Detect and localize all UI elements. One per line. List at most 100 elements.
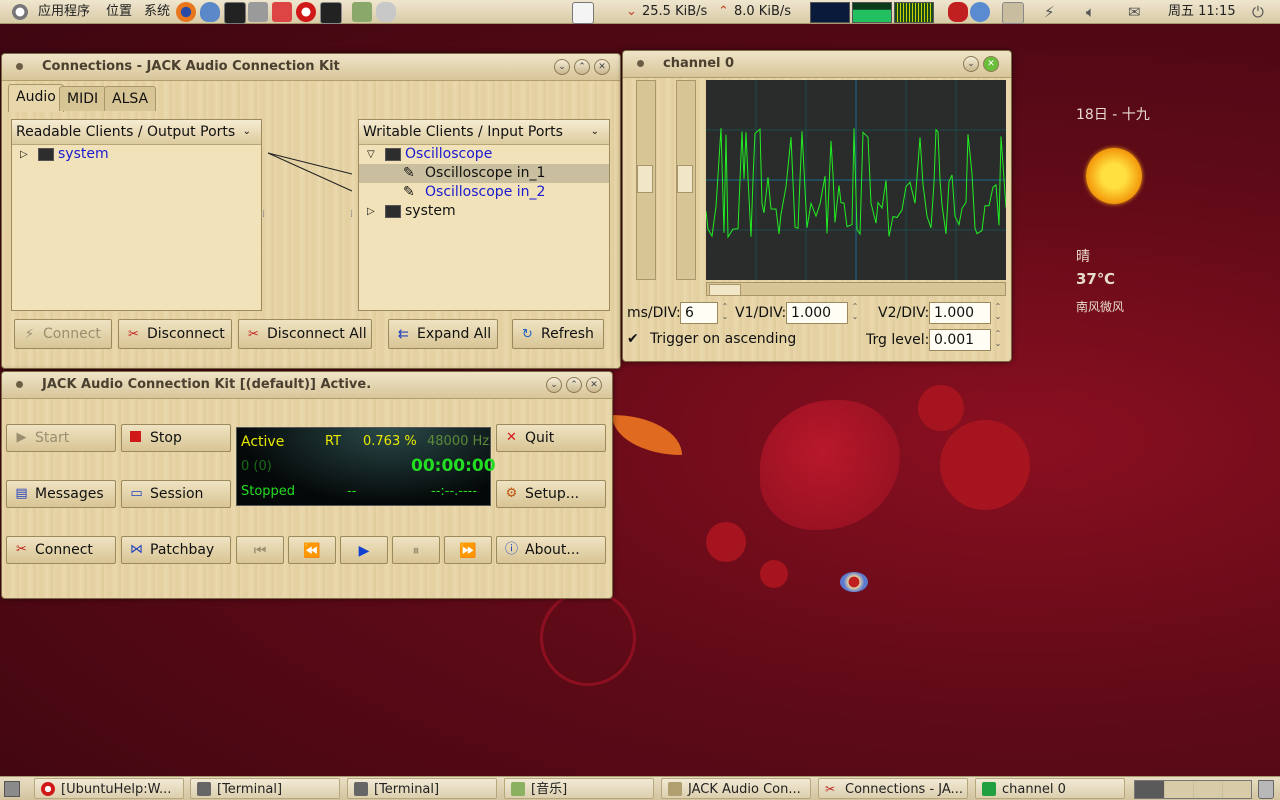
maximize-icon[interactable]: ⌃: [574, 59, 590, 75]
task-item[interactable]: ✂ Connections - JA...: [818, 778, 968, 799]
expand-arrow-icon[interactable]: ▷: [20, 145, 28, 164]
collapse-arrow-icon[interactable]: ▽: [367, 145, 375, 164]
minimize-icon[interactable]: ⌄: [546, 377, 562, 393]
refresh-button[interactable]: ↻ Refresh: [512, 319, 604, 349]
system-monitor-icon[interactable]: [224, 2, 246, 24]
tree-item-port-in2[interactable]: ✎ Oscilloscope in_2: [359, 183, 609, 202]
splitter-handle-icon: ⁞: [262, 209, 265, 220]
memory-graph[interactable]: [852, 2, 892, 23]
time-scrollbar-handle[interactable]: [709, 284, 741, 296]
show-desktop-icon[interactable]: [4, 781, 20, 797]
trigger-checkbox[interactable]: ✔: [627, 331, 643, 347]
connect-button[interactable]: ⚡ Connect: [14, 319, 112, 349]
trg-level-spinner-icon[interactable]: ⌃ ⌄: [992, 329, 1004, 351]
v1-slider[interactable]: [636, 80, 656, 280]
close-icon[interactable]: ✕: [594, 59, 610, 75]
transport-play-button[interactable]: ▶: [340, 536, 388, 564]
close-icon[interactable]: ✕: [983, 56, 999, 72]
qq-icon[interactable]: [970, 2, 990, 22]
patchbay-button[interactable]: ⋈ Patchbay: [121, 536, 231, 564]
trash-icon[interactable]: [1258, 780, 1274, 799]
task-item[interactable]: [UbuntuHelp:W...: [34, 778, 184, 799]
tree-item-system-input[interactable]: ▷ system: [359, 202, 609, 221]
quit-button[interactable]: ✕ Quit: [496, 424, 606, 452]
update-download-icon[interactable]: [572, 2, 594, 24]
time-scrollbar[interactable]: [706, 282, 1006, 296]
crossover-icon[interactable]: [272, 2, 292, 22]
screenshot-icon[interactable]: [352, 2, 372, 22]
ms-div-spinner-icon[interactable]: ⌃ ⌄: [719, 302, 731, 324]
network-tool-icon[interactable]: [248, 2, 268, 22]
disconnect-all-button[interactable]: ✂ Disconnect All: [238, 319, 372, 349]
rewind-start-button[interactable]: ⏮: [236, 536, 284, 564]
v2-slider-handle[interactable]: [677, 165, 693, 193]
v1-slider-handle[interactable]: [637, 165, 653, 193]
window-menu-icon[interactable]: [16, 63, 23, 70]
tree-item-port-in1[interactable]: ✎ Oscilloscope in_1: [359, 164, 609, 183]
tab-audio[interactable]: Audio: [8, 84, 64, 112]
pidgin-icon[interactable]: [948, 2, 968, 22]
cpu-graph[interactable]: [810, 2, 850, 23]
forward-button[interactable]: ⏩: [444, 536, 492, 564]
minimize-icon[interactable]: ⌄: [554, 59, 570, 75]
disconnect-button[interactable]: ✂ Disconnect: [118, 319, 232, 349]
network-icon[interactable]: ⚡: [1044, 0, 1055, 24]
tree-item-system-output[interactable]: ▷ system: [12, 145, 261, 164]
terminal-icon[interactable]: [320, 2, 342, 24]
tree-item-label: Oscilloscope: [405, 146, 493, 162]
v1-div-spinner-icon[interactable]: ⌃ ⌄: [849, 302, 861, 324]
opera-icon[interactable]: [296, 2, 316, 22]
expand-all-button[interactable]: ⇇ Expand All: [388, 319, 498, 349]
close-icon[interactable]: ✕: [586, 377, 602, 393]
ubuntu-logo-icon[interactable]: [10, 2, 30, 22]
weather-cloud-icon[interactable]: [376, 2, 396, 22]
task-item[interactable]: [Terminal]: [190, 778, 340, 799]
bluetooth-icon[interactable]: [200, 2, 220, 22]
v1-div-input[interactable]: 1.000: [786, 302, 848, 324]
mail-icon[interactable]: ✉︎: [1128, 0, 1141, 24]
trg-level-input[interactable]: 0.001: [929, 329, 991, 351]
ms-div-input[interactable]: 6: [680, 302, 718, 324]
power-icon[interactable]: ⏻: [1252, 0, 1264, 24]
rewind-button[interactable]: ⏪: [288, 536, 336, 564]
v2-slider[interactable]: [676, 80, 696, 280]
window-menu-icon[interactable]: [637, 60, 644, 67]
v2-div-input[interactable]: 1.000: [929, 302, 991, 324]
menu-system[interactable]: 系统: [144, 0, 170, 24]
messages-button[interactable]: ▤ Messages: [6, 480, 116, 508]
about-button[interactable]: ⓘ About...: [496, 536, 606, 564]
jack-connect-button[interactable]: ✂ Connect: [6, 536, 116, 564]
task-item[interactable]: channel 0: [975, 778, 1125, 799]
clock[interactable]: 周五 11:15: [1168, 0, 1236, 24]
pause-button[interactable]: ⏸: [392, 536, 440, 564]
workspace-switcher[interactable]: [1134, 780, 1252, 799]
task-item[interactable]: [音乐]: [504, 778, 654, 799]
volume-icon[interactable]: 🔈︎: [1086, 0, 1095, 24]
stop-button[interactable]: Stop: [121, 424, 231, 452]
tab-alsa[interactable]: ALSA: [104, 86, 157, 111]
quit-button-label: Quit: [525, 430, 555, 446]
connections-titlebar[interactable]: Connections - JACK Audio Connection Kit …: [2, 54, 620, 81]
maximize-icon[interactable]: ⌃: [566, 377, 582, 393]
start-button[interactable]: ▶ Start: [6, 424, 116, 452]
network-graph[interactable]: [894, 2, 934, 23]
jack-titlebar[interactable]: JACK Audio Connection Kit [(default)] Ac…: [2, 372, 612, 399]
v2-div-spinner-icon[interactable]: ⌃ ⌄: [992, 302, 1004, 324]
channel-titlebar[interactable]: channel 0 ⌄ ✕: [623, 51, 1011, 78]
minimize-icon[interactable]: ⌄: [963, 56, 979, 72]
setup-button[interactable]: ⚙ Setup...: [496, 480, 606, 508]
tree-item-oscilloscope[interactable]: ▽ Oscilloscope: [359, 145, 609, 164]
input-ports-header[interactable]: Writable Clients / Input Ports ⌄: [359, 120, 609, 145]
output-ports-header[interactable]: Readable Clients / Output Ports ⌄: [12, 120, 261, 145]
task-item[interactable]: JACK Audio Con...: [661, 778, 811, 799]
firefox-icon[interactable]: [176, 2, 196, 22]
session-button[interactable]: ▭ Session: [121, 480, 231, 508]
menu-applications[interactable]: 应用程序: [38, 0, 90, 24]
expand-arrow-icon[interactable]: ▷: [367, 202, 375, 221]
menu-places[interactable]: 位置: [106, 0, 132, 24]
tab-midi[interactable]: MIDI: [59, 86, 107, 111]
window-menu-icon[interactable]: [16, 381, 23, 388]
keyboard-icon[interactable]: [1002, 2, 1024, 24]
weather-wind: 南风微风: [1076, 300, 1125, 314]
task-item[interactable]: [Terminal]: [347, 778, 497, 799]
